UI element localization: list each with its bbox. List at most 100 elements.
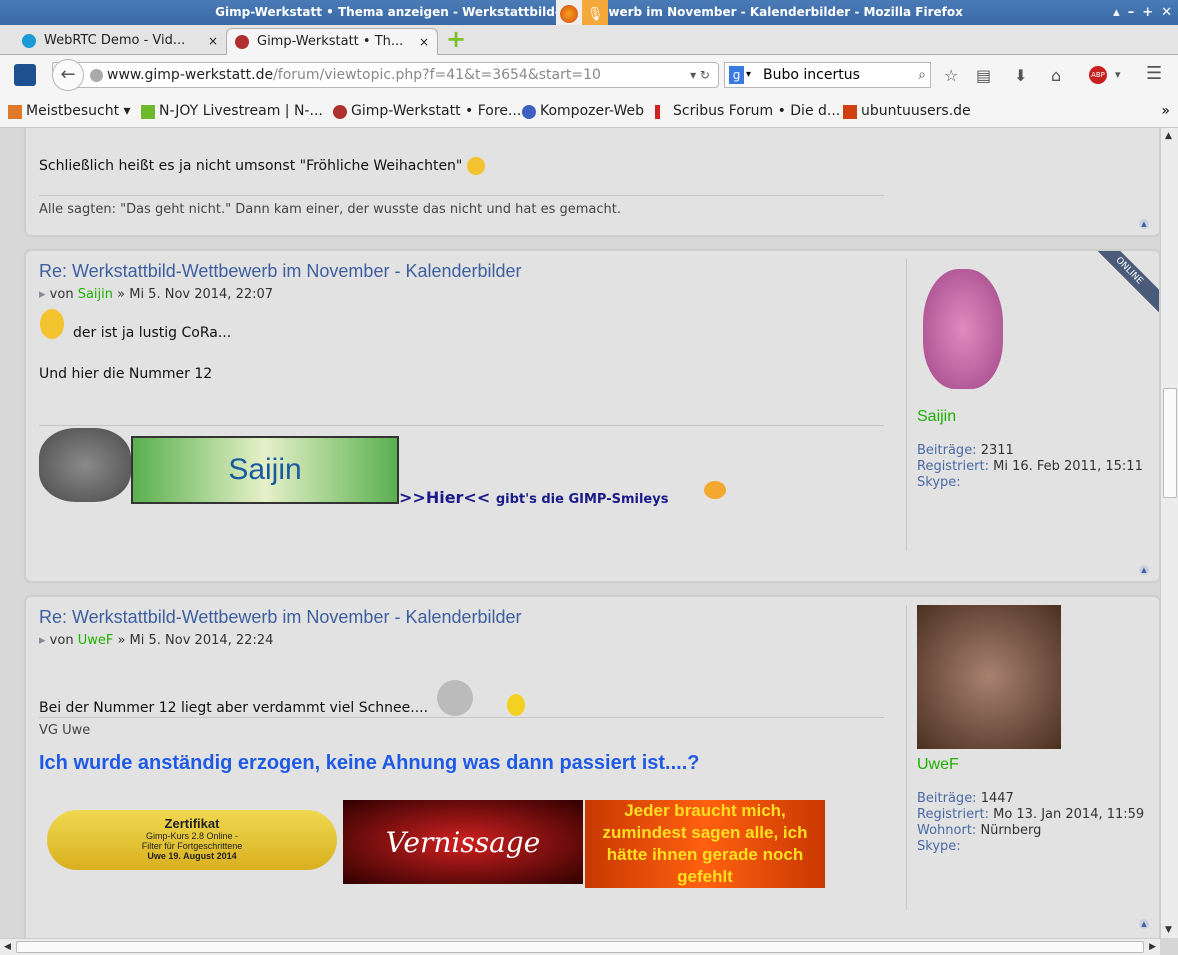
scroll-up-arrow[interactable]: ▲ — [1165, 131, 1172, 141]
tab-label: Gimp-Werkstatt • Th... — [257, 34, 404, 49]
forum-post: ONLINE Re: Werkstattbild-Wettbewerb im N… — [25, 250, 1160, 582]
wilber-mascot-image — [39, 428, 131, 502]
author-profile: UweF Beiträge: 1447 Registriert: Mo 13. … — [906, 605, 1156, 910]
new-tab-button[interactable]: + — [446, 25, 466, 53]
back-to-top-icon[interactable]: ▲ — [1139, 565, 1149, 575]
app-icon[interactable] — [14, 64, 36, 86]
post-title[interactable]: Re: Werkstattbild-Wettbewerb im November… — [39, 607, 522, 628]
url-domain: www.gimp-werkstatt.de — [107, 67, 274, 83]
tab-label: WebRTC Demo - Vid... — [44, 33, 186, 48]
post-meta: ▸ von UweF » Mi 5. Nov 2014, 22:24 — [39, 633, 274, 648]
window-shade-button[interactable]: ▴ — [1113, 0, 1120, 25]
url-path: /forum/viewtopic.php?f=41&t=3654&start=1… — [273, 67, 601, 83]
microphone-icon[interactable]: 🎙 — [582, 0, 608, 28]
profile-username[interactable]: Saijin — [917, 409, 1156, 425]
post-title[interactable]: Re: Werkstattbild-Wettbewerb im November… — [39, 261, 522, 282]
registered-date: Mo 13. Jan 2014, 11:59 — [993, 807, 1145, 822]
post-text: der ist ja lustig CoRa... — [73, 325, 232, 341]
bookmark-njoy[interactable]: N-JOY Livestream | N-... — [141, 95, 323, 128]
scroll-down-arrow[interactable]: ▼ — [1165, 925, 1172, 935]
forum-post: Re: Werkstattbild-Wettbewerb im November… — [25, 596, 1160, 938]
google-icon[interactable]: g — [729, 66, 744, 84]
scroll-left-arrow[interactable]: ◀ — [4, 942, 11, 952]
firefox-icon — [556, 0, 582, 28]
search-value: Bubo incertus — [763, 67, 860, 83]
scribus-icon — [655, 105, 660, 119]
scroll-right-arrow[interactable]: ▶ — [1149, 942, 1156, 952]
signature-greeting: VG Uwe — [39, 723, 91, 738]
back-to-top-icon[interactable]: ▲ — [1139, 919, 1149, 929]
post-author[interactable]: UweF — [78, 633, 114, 648]
tab-close-button[interactable]: × — [208, 28, 218, 54]
window-minimize-button[interactable]: – — [1128, 0, 1135, 25]
bookmarks-overflow-button[interactable]: » — [1161, 95, 1170, 128]
author-profile: Saijin Beiträge: 2311 Registriert: Mi 16… — [906, 259, 1156, 551]
home-icon[interactable]: ⌂ — [1051, 66, 1061, 85]
back-button[interactable]: ← — [52, 59, 84, 91]
forum-post: Schließlich heißt es ja nicht umsonst "F… — [25, 128, 1160, 236]
globe-icon — [90, 69, 103, 82]
download-icon[interactable]: ⬇ — [1014, 66, 1027, 85]
skype-label: Skype: — [917, 839, 961, 854]
saijin-banner[interactable]: Saijin — [131, 436, 399, 504]
tab-gimp-werkstatt[interactable]: Gimp-Werkstatt • Th... × — [226, 28, 438, 55]
vertical-scrollbar[interactable]: ▲ ▼ — [1160, 128, 1178, 938]
window-maximize-button[interactable]: + — [1142, 0, 1153, 25]
bookmark-meistbesucht[interactable]: Meistbesucht ▾ — [8, 95, 131, 128]
bookmark-label: Kompozer-Web — [540, 103, 644, 119]
post-icon: ▸ — [39, 633, 46, 648]
media-indicator: 🎙 — [556, 0, 608, 28]
kompozer-icon — [522, 105, 536, 119]
avatar — [917, 605, 1061, 749]
chevron-down-icon[interactable]: ▾ — [1115, 68, 1121, 81]
horizontal-scrollbar[interactable]: ◀ ▶ — [0, 938, 1160, 955]
bookmark-ubuntuusers[interactable]: ubuntuusers.de — [843, 95, 971, 128]
post-author[interactable]: Saijin — [78, 287, 113, 302]
post-text: Schließlich heißt es ja nicht umsonst "F… — [39, 157, 485, 175]
post-signature: Saijin >>Hier<< gibt's die GIMP-Smileys — [39, 425, 884, 507]
adblock-icon[interactable]: ABP — [1089, 66, 1107, 84]
page-content: Schließlich heißt es ja nicht umsonst "F… — [0, 128, 1160, 938]
bookmark-label: ubuntuusers.de — [861, 103, 971, 119]
post-meta: ▸ von Saijin » Mi 5. Nov 2014, 22:07 — [39, 287, 274, 302]
gimp-werkstatt-icon — [333, 105, 347, 119]
wink-smiley-icon — [466, 157, 485, 175]
tab-close-button[interactable]: × — [419, 29, 429, 55]
vernissage-banner[interactable]: Vernissage — [343, 800, 583, 884]
search-icon[interactable]: ⌕ — [918, 63, 926, 87]
post-count: 2311 — [980, 443, 1014, 458]
certificate-badge[interactable]: Zertifikat Gimp-Kurs 2.8 Online - Filter … — [47, 810, 337, 870]
njoy-icon — [141, 105, 155, 119]
tab-webrtc[interactable]: WebRTC Demo - Vid... × — [14, 28, 226, 55]
tab-strip: WebRTC Demo - Vid... × Gimp-Werkstatt • … — [0, 25, 1178, 55]
bookmark-star-icon[interactable]: ☆ — [944, 66, 958, 85]
menu-icon[interactable]: ☰ — [1146, 63, 1162, 84]
bookmark-label: Gimp-Werkstatt • Fore... — [351, 103, 522, 119]
scrollbar-thumb[interactable] — [16, 941, 1144, 953]
url-bar[interactable]: www.gimp-werkstatt.de/forum/viewtopic.ph… — [52, 62, 719, 88]
post-text: Bei der Nummer 12 liegt aber verdammt vi… — [39, 680, 525, 716]
reload-icon[interactable]: ▾ ↻ — [690, 63, 710, 87]
peeking-smiley-icon — [704, 481, 726, 499]
bookmark-scribus[interactable]: Scribus Forum • Die d... — [655, 95, 840, 128]
skype-label: Skype: — [917, 475, 961, 490]
bookmark-gimp-werkstatt[interactable]: Gimp-Werkstatt • Fore... — [333, 95, 521, 128]
smileys-link[interactable]: >>Hier<< gibt's die GIMP-Smileys — [399, 488, 668, 507]
waving-smiley-icon — [40, 309, 64, 339]
bookmark-label: Meistbesucht ▾ — [26, 103, 131, 119]
bookmarks-toolbar: Meistbesucht ▾ N-JOY Livestream | N-... … — [0, 95, 1178, 128]
search-input[interactable]: g ▾ Bubo incertus ⌕ — [724, 62, 931, 88]
post-signature: VG Uwe Ich wurde anständig erzogen, kein… — [39, 717, 884, 888]
navigation-toolbar: www.gimp-werkstatt.de/forum/viewtopic.ph… — [0, 55, 1178, 95]
post-signature: Alle sagten: "Das geht nicht." Dann kam … — [39, 195, 884, 217]
bookmark-kompozer[interactable]: Kompozer-Web — [522, 95, 644, 128]
laughing-smiley-icon — [506, 694, 525, 716]
chevron-down-icon[interactable]: ▾ — [746, 63, 751, 87]
location: Nürnberg — [980, 823, 1042, 838]
back-to-top-icon[interactable]: ▲ — [1139, 219, 1149, 229]
bookmark-label: N-JOY Livestream | N-... — [159, 103, 323, 119]
scrollbar-thumb[interactable] — [1163, 388, 1177, 498]
reading-list-icon[interactable]: ▤ — [976, 66, 991, 85]
window-close-button[interactable]: ✕ — [1161, 0, 1172, 25]
profile-username[interactable]: UweF — [917, 757, 1156, 773]
